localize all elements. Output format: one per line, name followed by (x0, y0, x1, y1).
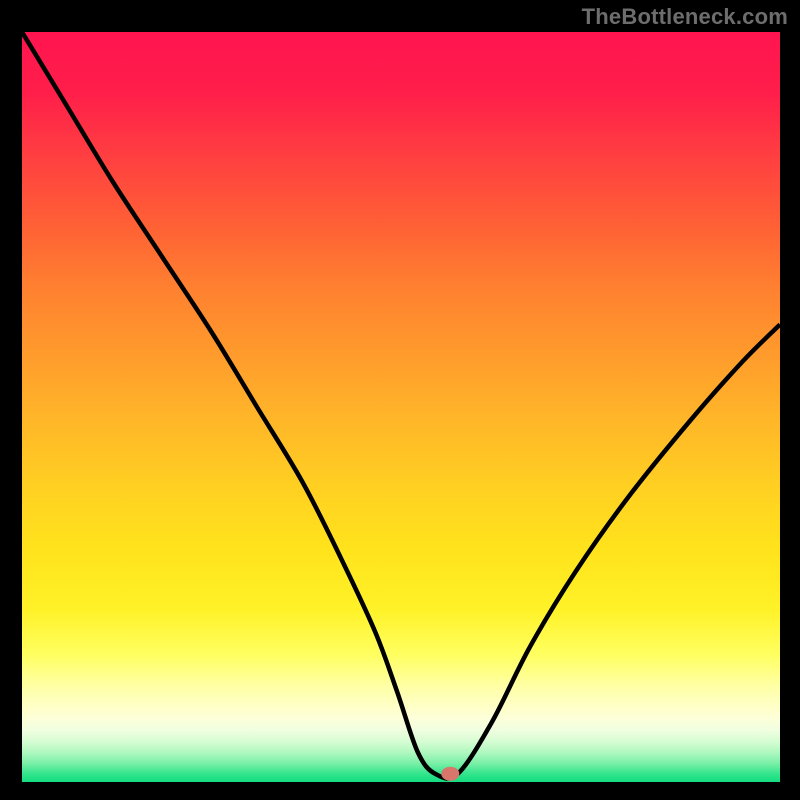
marker-dot (441, 767, 459, 781)
plot-area (22, 32, 780, 782)
optimal-marker (22, 32, 780, 782)
chart-stage: TheBottleneck.com (0, 0, 800, 800)
watermark-text: TheBottleneck.com (582, 4, 788, 30)
